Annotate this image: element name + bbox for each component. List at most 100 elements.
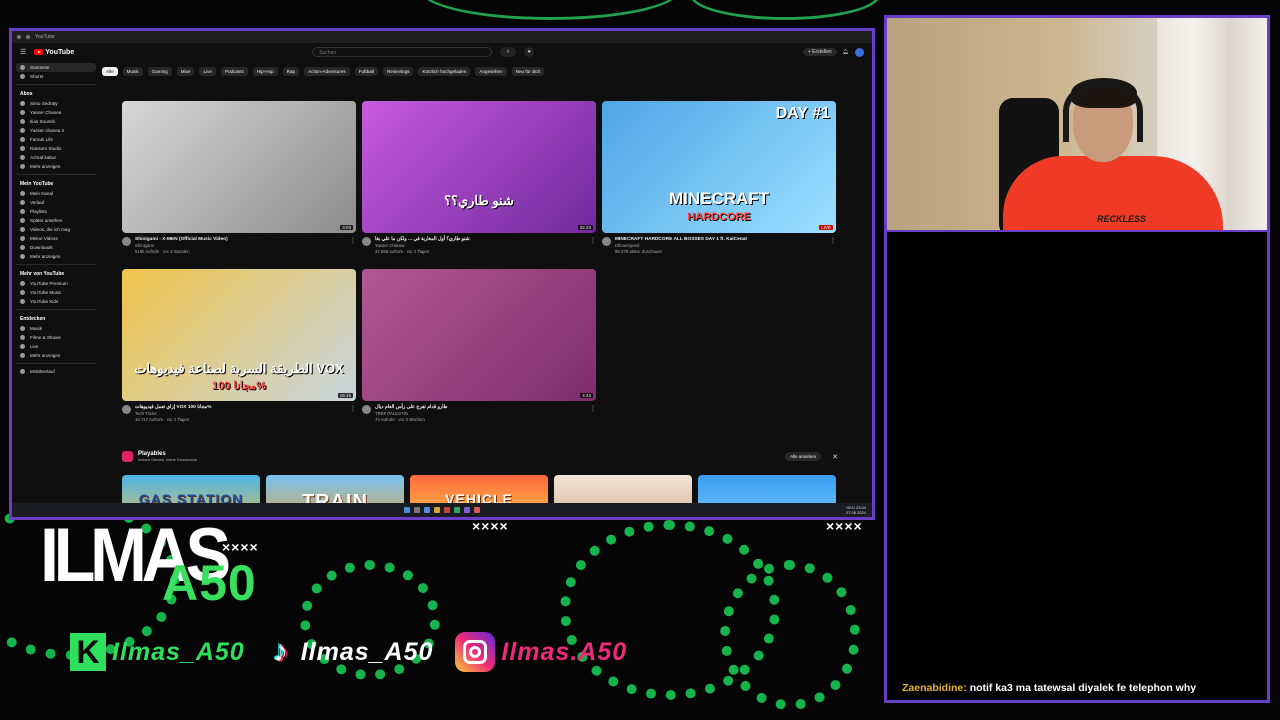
filter-chip[interactable]: Gaming bbox=[147, 66, 172, 76]
filter-chip[interactable]: Rap bbox=[282, 66, 300, 76]
sidebar-item-icon bbox=[20, 281, 25, 286]
sidebar-item[interactable]: Verlauf bbox=[16, 198, 96, 207]
taskbar-app-icon[interactable] bbox=[424, 507, 430, 513]
filter-chip[interactable]: Angesehen bbox=[475, 66, 507, 76]
sidebar-item[interactable]: Downloads bbox=[16, 243, 96, 252]
filter-chip[interactable]: Hip-Hop bbox=[252, 66, 278, 76]
microphone-icon[interactable]: ● bbox=[524, 47, 535, 57]
close-icon[interactable]: ✕ bbox=[832, 453, 838, 461]
taskbar-app-icon[interactable] bbox=[474, 507, 480, 513]
more-options-icon[interactable]: ⋮ bbox=[590, 237, 596, 254]
sidebar-item-label: Meine Videos bbox=[30, 236, 58, 241]
filter-chip[interactable]: Musik bbox=[122, 66, 143, 76]
more-options-icon[interactable]: ⋮ bbox=[350, 405, 356, 422]
youtube-logo[interactable]: YouTube bbox=[34, 49, 74, 56]
video-card[interactable]: شنو طاري؟؟ 32:23 شنو طاري؟ أول المغاربة في… bbox=[362, 101, 596, 254]
filter-chip[interactable]: Action-Adventures bbox=[304, 66, 350, 76]
sidebar-item[interactable]: Videos, die ich mag bbox=[16, 225, 96, 234]
sidebar-item[interactable]: YouTube Kids bbox=[16, 297, 96, 306]
sidebar-section-heading[interactable]: Mehr von YouTube bbox=[20, 271, 96, 277]
sidebar-item[interactable]: YouTube Music bbox=[16, 288, 96, 297]
sidebar-item-label: YouTube Premium bbox=[30, 281, 68, 286]
more-options-icon[interactable]: ⋮ bbox=[350, 237, 356, 254]
search-icon[interactable]: ⌕ bbox=[500, 47, 517, 57]
menu-icon[interactable]: ☰ bbox=[20, 48, 26, 56]
channel-avatar[interactable] bbox=[122, 237, 131, 246]
filter-chip[interactable]: Alle bbox=[102, 66, 118, 76]
filter-chip[interactable]: Neu für dich bbox=[511, 66, 545, 76]
video-thumbnail[interactable]: 4:43 bbox=[362, 269, 596, 401]
thumbnail-subtext: مجانا 100% bbox=[212, 380, 266, 392]
sidebar-item-icon bbox=[20, 155, 25, 160]
channel-avatar[interactable] bbox=[362, 405, 371, 414]
filter-chip[interactable]: Podcasts bbox=[220, 66, 248, 76]
video-card[interactable]: الطريقة السرية لصناعة فيديوهات VOX مجانا … bbox=[122, 269, 356, 422]
thumbnail-subtext: HARDCORE bbox=[687, 211, 751, 223]
video-card[interactable]: 3:03 Shinigami - X-MEN (Official Music Vi… bbox=[122, 101, 356, 254]
bell-icon[interactable]: 🔔︎ bbox=[843, 49, 849, 55]
channel-avatar[interactable] bbox=[362, 237, 371, 246]
search-icon[interactable] bbox=[414, 507, 420, 513]
create-button[interactable]: + Erstellen bbox=[802, 48, 837, 56]
filter-chip[interactable]: Fußball bbox=[354, 66, 378, 76]
sidebar-item[interactable]: Live bbox=[16, 342, 96, 351]
taskbar-app-icon[interactable] bbox=[444, 507, 450, 513]
sidebar-item[interactable]: Ilias Soumiti bbox=[16, 117, 96, 126]
sidebar-item[interactable]: Meine Videos bbox=[16, 234, 96, 243]
sidebar-item[interactable]: Ransom Studio bbox=[16, 144, 96, 153]
sidebar-item[interactable]: YouTube Premium bbox=[16, 279, 96, 288]
see-all-button[interactable]: Alle ansehen bbox=[785, 452, 822, 461]
sidebar-item-icon bbox=[20, 209, 25, 214]
sidebar-item-icon bbox=[20, 369, 25, 374]
sidebar-item[interactable]: Achraf kabur bbox=[16, 153, 96, 162]
taskbar-clock[interactable]: DEU 23:04 07.08.2024 bbox=[846, 505, 866, 515]
sidebar-item[interactable]: Farouk Life bbox=[16, 135, 96, 144]
video-thumbnail[interactable]: الطريقة السرية لصناعة فيديوهات VOX مجانا … bbox=[122, 269, 356, 401]
taskbar-app-icon[interactable] bbox=[454, 507, 460, 513]
browser-chrome: YouTube bbox=[12, 31, 872, 43]
sidebar-item[interactable]: Mehr anzeigen bbox=[16, 162, 96, 171]
stream-stage: YouTube ☰ YouTube Suchen ⌕ ● + Erstellen… bbox=[0, 0, 1280, 720]
sidebar-item[interactable]: Startseite bbox=[16, 63, 96, 72]
channel-avatar[interactable] bbox=[602, 237, 611, 246]
more-options-icon[interactable]: ⋮ bbox=[830, 237, 836, 254]
sidebar-section-heading[interactable]: Entdecken bbox=[20, 316, 96, 322]
taskbar-app-icon[interactable] bbox=[464, 507, 470, 513]
sidebar-item[interactable]: Mehr anzeigen bbox=[16, 351, 96, 360]
sidebar-item-icon bbox=[20, 353, 25, 358]
video-card[interactable]: 4:43 طارو قدام تفرج على رأس العام ديال TRE… bbox=[362, 269, 596, 422]
search-input[interactable]: Suchen bbox=[312, 47, 493, 57]
windows-start-icon[interactable] bbox=[404, 507, 410, 513]
video-thumbnail[interactable]: شنو طاري؟؟ 32:23 bbox=[362, 101, 596, 233]
sidebar-item[interactable]: Mein Kanal bbox=[16, 189, 96, 198]
sidebar-item[interactable]: Playlists bbox=[16, 207, 96, 216]
filter-chip[interactable]: Live bbox=[199, 66, 216, 76]
tab-title[interactable]: YouTube bbox=[35, 34, 55, 40]
channel-avatar[interactable] bbox=[122, 405, 131, 414]
filter-chip[interactable]: Reisevlogs bbox=[382, 66, 414, 76]
sidebar-item[interactable]: Yasser chanea 2 bbox=[16, 126, 96, 135]
sidebar-section-heading[interactable]: Abos bbox=[20, 91, 96, 97]
avatar[interactable] bbox=[855, 47, 864, 57]
sidebar-item[interactable]: Mobilverlauf bbox=[16, 367, 96, 376]
filter-chip[interactable]: Kürzlich hochgeladen bbox=[418, 66, 471, 76]
sidebar-item[interactable]: Simo Sedraty bbox=[16, 99, 96, 108]
sidebar-item-label: Verlauf bbox=[30, 200, 45, 205]
sidebar-item[interactable]: Yasser Chanea bbox=[16, 108, 96, 117]
sidebar-section-heading[interactable]: Mein YouTube bbox=[20, 181, 96, 187]
sidebar-item[interactable]: Filme & Shows bbox=[16, 333, 96, 342]
sidebar-item[interactable]: Shorts bbox=[16, 72, 96, 81]
sidebar-item-label: Live bbox=[30, 344, 39, 349]
video-stats: 37.556 Aufrufe · vor 2 Tagen bbox=[375, 248, 430, 254]
window-dot-icon[interactable] bbox=[17, 35, 21, 39]
sidebar-item[interactable]: Musik bbox=[16, 324, 96, 333]
video-thumbnail[interactable]: DAY #1 MINECRAFT HARDCORE LIVE bbox=[602, 101, 836, 233]
filter-chip[interactable]: Mixe bbox=[176, 66, 195, 76]
sidebar-item[interactable]: Mehr anzeigen bbox=[16, 252, 96, 261]
sidebar-item[interactable]: Später ansehen bbox=[16, 216, 96, 225]
video-thumbnail[interactable]: 3:03 bbox=[122, 101, 356, 233]
window-dot-icon[interactable] bbox=[26, 35, 30, 39]
more-options-icon[interactable]: ⋮ bbox=[590, 405, 596, 422]
taskbar-app-icon[interactable] bbox=[434, 507, 440, 513]
video-card[interactable]: DAY #1 MINECRAFT HARDCORE LIVE MINECRAFT HAR… bbox=[602, 101, 836, 254]
